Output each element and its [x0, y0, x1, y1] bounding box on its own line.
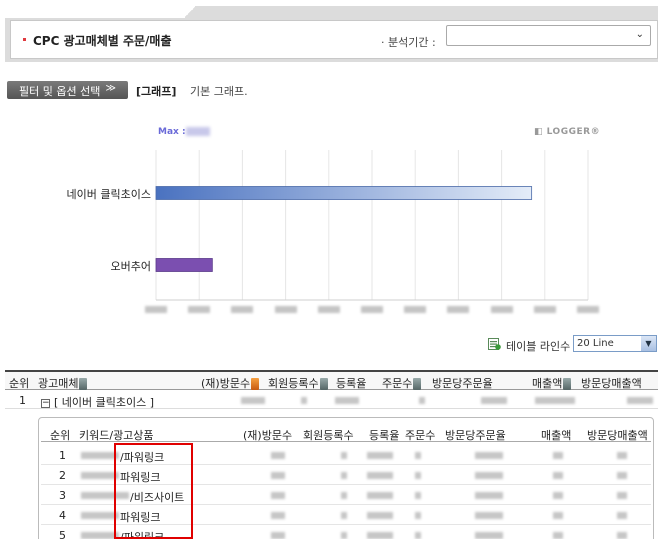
chevron-down-icon: ▼	[641, 336, 656, 351]
chart-x-tick-redacted	[274, 306, 297, 313]
sub-row-rank: 2	[59, 469, 66, 482]
chart-x-tick-redacted	[145, 306, 167, 313]
redacted-value	[553, 472, 563, 479]
redacted-value	[271, 532, 285, 539]
redacted-value	[415, 452, 421, 459]
col-signup-rate: 등록율	[336, 377, 367, 390]
table-line-label: 테이블 라인수	[506, 340, 571, 353]
sort-icon[interactable]	[79, 378, 88, 390]
chart-x-tick-redacted	[231, 306, 254, 313]
redacted-value	[617, 512, 627, 519]
table-line-value: 20 Line	[577, 338, 614, 349]
redacted-value	[415, 472, 421, 479]
col-sales[interactable]: 매출액	[532, 375, 572, 391]
redacted-value	[419, 397, 425, 404]
col-signups[interactable]: 회원등록수	[268, 375, 328, 391]
col-orders[interactable]: 주문수	[382, 375, 422, 391]
chart-x-tick-redacted	[533, 306, 556, 313]
chart-category-label: 오버추어	[110, 260, 151, 273]
redacted-value	[341, 532, 347, 539]
redacted-value	[301, 397, 307, 404]
chart-x-tick-redacted	[490, 306, 513, 313]
chart-x-tick-redacted	[577, 306, 599, 313]
redacted-value	[271, 472, 285, 479]
sort-active-icon[interactable]	[251, 378, 260, 390]
sub-row-rank: 5	[59, 529, 66, 539]
chart-x-tick-redacted	[447, 306, 470, 313]
chart-bar-0[interactable]	[155, 186, 533, 200]
sub-row-rank: 1	[59, 449, 66, 462]
bar-chart	[155, 150, 589, 301]
redacted-value	[367, 472, 393, 479]
redacted-value	[341, 452, 347, 459]
excel-export-icon[interactable]	[488, 338, 501, 350]
sub-row-rank: 3	[59, 489, 66, 502]
redacted-value	[475, 452, 503, 459]
redacted-value	[367, 512, 393, 519]
chart-category-label: 네이버 클릭초이스	[66, 188, 151, 201]
redacted-value	[367, 532, 393, 539]
redacted-value	[617, 532, 627, 539]
sub-col-signup-rate: 등록율	[369, 429, 400, 442]
redacted-value	[553, 452, 563, 459]
redacted-value	[271, 492, 285, 499]
redacted-value	[367, 492, 393, 499]
redacted-value	[617, 472, 627, 479]
redacted-value	[481, 397, 507, 404]
redacted-value	[475, 472, 503, 479]
sub-col-rank: 순위	[50, 429, 71, 442]
redacted-value	[415, 512, 421, 519]
collapse-icon[interactable]: −	[41, 398, 50, 408]
highlight-box	[114, 443, 193, 539]
row-media[interactable]: −[ 네이버 클릭초이스 ]	[41, 394, 154, 410]
subtable-header: 순위 키워드/광고상품 (재)방문수 회원등록수 등록율 주문수 방문당주문율 …	[41, 424, 651, 442]
sub-col-signups: 회원등록수	[303, 429, 354, 442]
redacted-value	[535, 397, 575, 404]
redacted-value	[341, 472, 347, 479]
redacted-value	[335, 397, 359, 404]
row-rank: 1	[19, 394, 26, 407]
redacted-value	[341, 492, 347, 499]
redacted-value	[617, 492, 627, 499]
redacted-value	[627, 397, 653, 404]
table-row[interactable]: 1 −[ 네이버 클릭초이스 ]	[5, 391, 658, 409]
redacted-value	[475, 512, 503, 519]
sub-row-rank: 4	[59, 509, 66, 522]
chart-x-tick-redacted	[317, 306, 340, 313]
redacted-value	[241, 397, 265, 404]
col-sales-per-visit: 방문당매출액	[581, 377, 642, 390]
col-media[interactable]: 광고매체	[38, 375, 88, 391]
sub-col-sales-per-visit: 방문당매출액	[587, 429, 648, 442]
sub-col-keyword: 키워드/광고상품	[79, 429, 154, 442]
redacted-value	[341, 512, 347, 519]
sub-col-visits: (재)방문수	[243, 429, 293, 442]
sub-col-sales: 매출액	[541, 429, 572, 442]
redacted-value	[271, 452, 285, 459]
chart-x-tick-redacted	[404, 306, 427, 313]
chart-bar-1[interactable]	[155, 258, 213, 272]
main-table-header: 순위 광고매체 (재)방문수 회원등록수 등록율 주문수 방문당주문율 매출액 …	[5, 370, 658, 390]
redacted-value	[553, 512, 563, 519]
chart-x-tick-redacted	[188, 306, 211, 313]
col-visits[interactable]: (재)방문수	[201, 375, 260, 391]
redacted-value	[367, 452, 393, 459]
col-rank: 순위	[9, 377, 30, 390]
sort-icon[interactable]	[413, 378, 422, 390]
chart-x-tick-redacted	[361, 306, 383, 313]
sort-icon[interactable]	[563, 378, 572, 390]
redacted-value	[271, 512, 285, 519]
col-order-rate: 방문당주문율	[432, 377, 493, 390]
redacted-value	[475, 532, 503, 539]
sub-col-orders: 주문수	[405, 429, 436, 442]
redacted-value	[617, 452, 627, 459]
table-line-select[interactable]: 20 Line ▼	[573, 335, 657, 352]
redacted-value	[475, 492, 503, 499]
sort-icon[interactable]	[319, 378, 328, 390]
sub-col-order-rate: 방문당주문율	[445, 429, 506, 442]
redacted-value	[553, 492, 563, 499]
redacted-value	[553, 532, 563, 539]
redacted-value	[415, 532, 421, 539]
redacted-value	[415, 492, 421, 499]
